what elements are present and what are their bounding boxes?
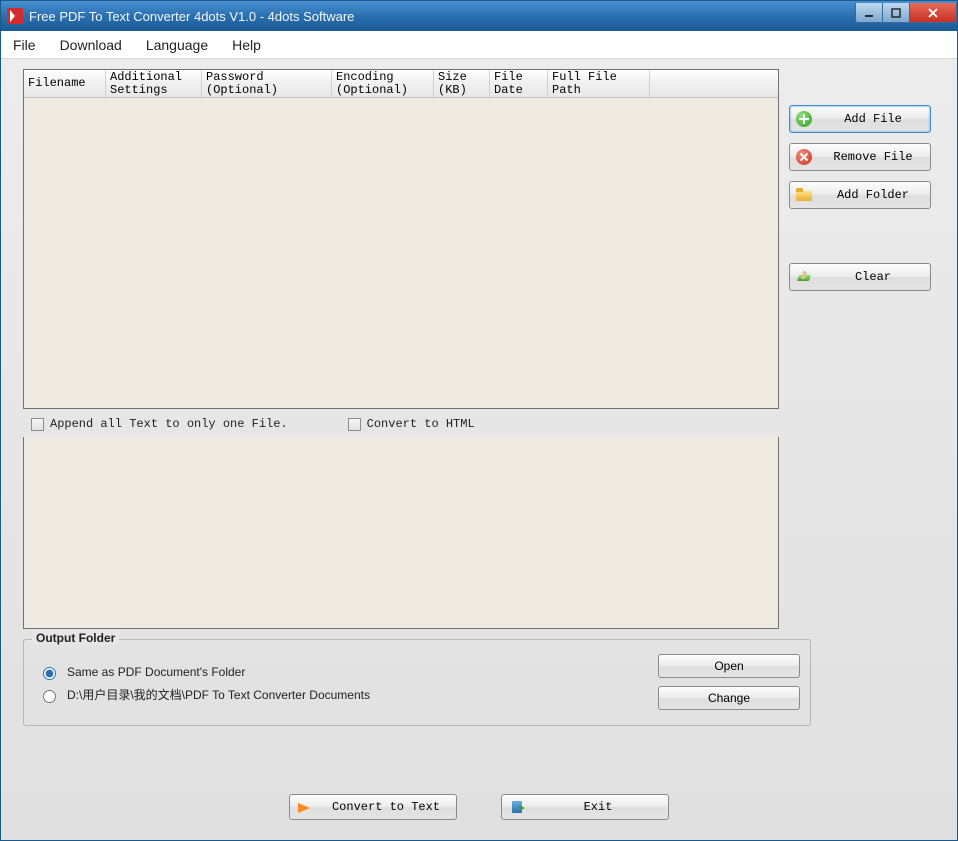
menu-download[interactable]: Download [60, 37, 122, 53]
checkbox-icon [348, 418, 361, 431]
change-label: Change [708, 691, 750, 705]
remove-file-label: Remove File [822, 150, 924, 164]
exit-label: Exit [536, 800, 660, 814]
add-file-button[interactable]: Add File [789, 105, 931, 133]
side-button-panel: Add File Remove File Add Folder Clear [789, 105, 931, 291]
remove-file-button[interactable]: Remove File [789, 143, 931, 171]
menu-file[interactable]: File [13, 37, 36, 53]
output-folder-legend: Output Folder [32, 631, 119, 645]
convert-icon [298, 799, 314, 815]
add-folder-label: Add Folder [822, 188, 924, 202]
plus-icon [796, 111, 812, 127]
menu-language[interactable]: Language [146, 37, 208, 53]
radio-same-folder[interactable] [43, 667, 56, 680]
title-bar: Free PDF To Text Converter 4dots V1.0 - … [1, 1, 957, 31]
file-grid: Filename Additional Settings Password (O… [23, 69, 779, 409]
exit-button[interactable]: Exit [501, 794, 669, 820]
convert-button[interactable]: Convert to Text [289, 794, 457, 820]
menu-help[interactable]: Help [232, 37, 261, 53]
bottom-button-bar: Convert to Text Exit [7, 794, 951, 820]
maximize-button[interactable] [882, 3, 910, 23]
col-additional-settings[interactable]: Additional Settings [106, 70, 202, 97]
menu-bar: File Download Language Help [1, 31, 957, 59]
remove-icon [796, 149, 812, 165]
add-file-label: Add File [822, 112, 924, 126]
exit-icon [510, 799, 526, 815]
col-password[interactable]: Password (Optional) [202, 70, 332, 97]
window-controls [856, 3, 957, 23]
grid-header: Filename Additional Settings Password (O… [24, 70, 778, 98]
minimize-button[interactable] [855, 3, 883, 23]
close-icon [927, 8, 939, 18]
open-label: Open [714, 659, 743, 673]
open-folder-button[interactable]: Open [658, 654, 800, 678]
output-buttons: Open Change [658, 654, 800, 710]
client-area: Filename Additional Settings Password (O… [7, 59, 951, 834]
output-folder-group: Output Folder Same as PDF Document's Fol… [23, 639, 811, 726]
maximize-icon [891, 8, 901, 18]
col-full-path[interactable]: Full File Path [548, 70, 650, 97]
minimize-icon [864, 8, 874, 18]
lower-panel [23, 437, 779, 629]
grid-body[interactable] [24, 98, 778, 408]
col-spacer [650, 70, 778, 97]
append-all-label: Append all Text to only one File. [50, 417, 288, 431]
close-button[interactable] [909, 3, 957, 23]
col-filename[interactable]: Filename [24, 70, 106, 97]
same-folder-label: Same as PDF Document's Folder [67, 665, 245, 679]
convert-html-checkbox[interactable]: Convert to HTML [348, 417, 475, 431]
clear-button[interactable]: Clear [789, 263, 931, 291]
folder-icon [796, 187, 812, 203]
convert-html-label: Convert to HTML [367, 417, 475, 431]
convert-label: Convert to Text [324, 800, 448, 814]
clear-label: Clear [822, 270, 924, 284]
options-row: Append all Text to only one File. Conver… [31, 417, 475, 431]
col-encoding[interactable]: Encoding (Optional) [332, 70, 434, 97]
col-file-date[interactable]: File Date [490, 70, 548, 97]
append-all-checkbox[interactable]: Append all Text to only one File. [31, 417, 288, 431]
radio-custom-folder[interactable] [43, 690, 56, 703]
col-size[interactable]: Size (KB) [434, 70, 490, 97]
checkbox-icon [31, 418, 44, 431]
window-title: Free PDF To Text Converter 4dots V1.0 - … [29, 9, 856, 24]
app-icon [7, 8, 23, 24]
add-folder-button[interactable]: Add Folder [789, 181, 931, 209]
change-folder-button[interactable]: Change [658, 686, 800, 710]
app-window: Free PDF To Text Converter 4dots V1.0 - … [0, 0, 958, 841]
clear-icon [796, 269, 812, 285]
custom-folder-label: D:\用户目录\我的文档\PDF To Text Converter Docum… [67, 686, 370, 703]
